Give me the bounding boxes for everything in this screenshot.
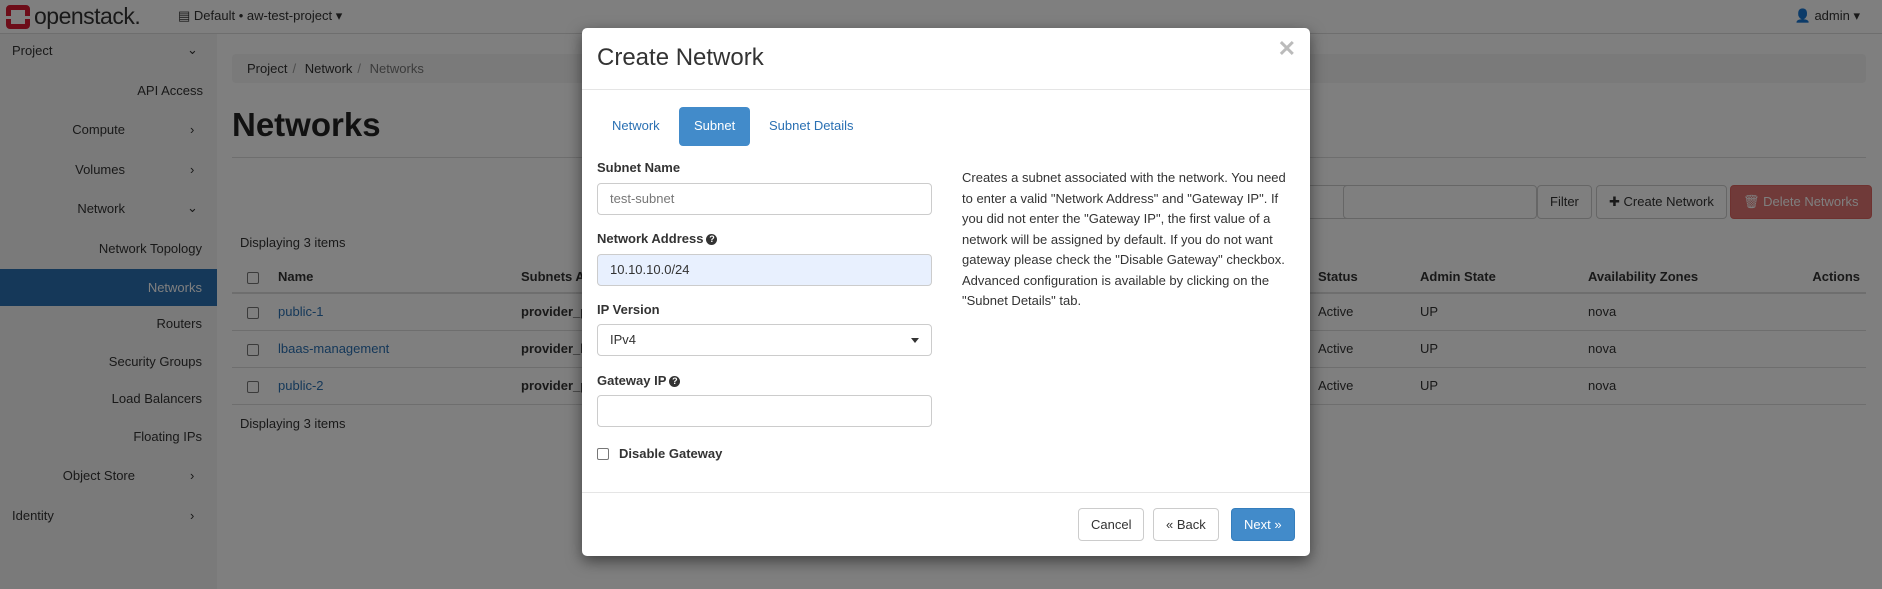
caret-down-icon xyxy=(911,338,919,343)
tab-subnet-details[interactable]: Subnet Details xyxy=(754,107,869,146)
close-icon[interactable]: ✕ xyxy=(1278,36,1296,62)
disable-gateway-checkbox[interactable] xyxy=(597,447,609,460)
modal-title: Create Network xyxy=(597,44,764,71)
disable-gateway-row: Disable Gateway xyxy=(597,446,722,461)
subnet-name-input[interactable]: test-subnet xyxy=(597,183,932,215)
network-address-label: Network Address? xyxy=(597,231,718,246)
modal-header: Create Network ✕ xyxy=(582,28,1310,90)
gateway-ip-input[interactable] xyxy=(597,395,932,427)
subnet-name-label: Subnet Name xyxy=(597,160,681,175)
tab-network[interactable]: Network xyxy=(597,107,675,146)
network-address-input[interactable]: 10.10.10.0/24 xyxy=(597,254,932,286)
help-icon[interactable]: ? xyxy=(706,234,718,245)
ip-version-label: IP Version xyxy=(597,302,660,317)
help-text: Creates a subnet associated with the net… xyxy=(962,170,1286,308)
create-network-dialog: Create Network ✕ Network Subnet Subnet D… xyxy=(582,28,1310,556)
help-icon[interactable]: ? xyxy=(669,376,681,387)
ip-version-select[interactable]: IPv4 xyxy=(597,324,932,356)
back-button[interactable]: « Back xyxy=(1153,508,1219,541)
gateway-ip-label: Gateway IP? xyxy=(597,373,681,388)
next-button[interactable]: Next » xyxy=(1231,508,1295,541)
modal-footer-divider xyxy=(582,492,1310,493)
tab-subnet[interactable]: Subnet xyxy=(679,107,751,146)
cancel-button[interactable]: Cancel xyxy=(1078,508,1145,541)
